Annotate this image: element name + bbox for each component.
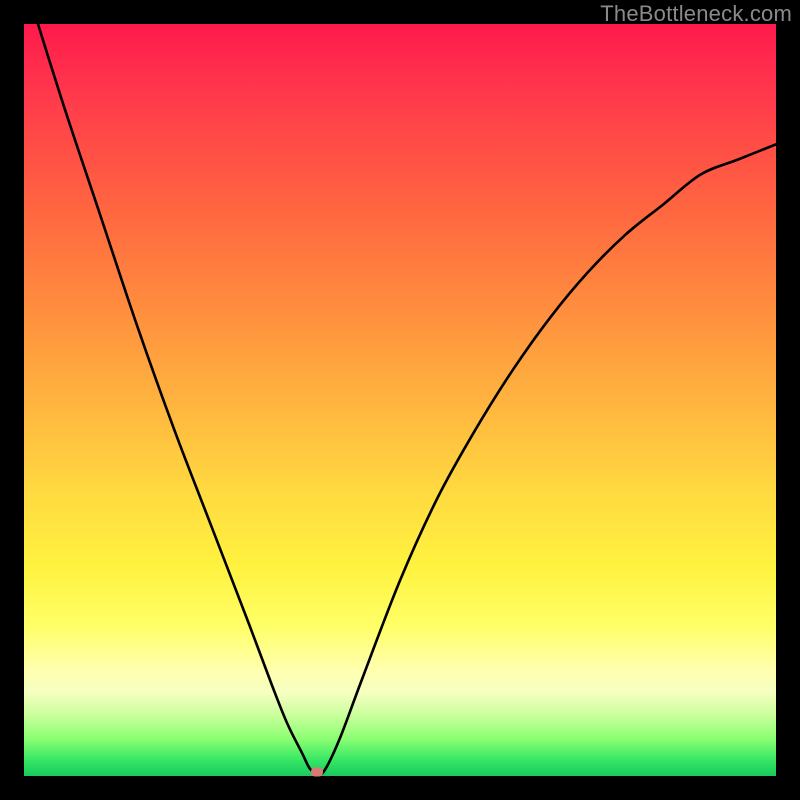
chart-background-gradient <box>24 24 776 776</box>
chart-frame <box>24 24 776 776</box>
optimal-point-marker <box>311 768 323 777</box>
